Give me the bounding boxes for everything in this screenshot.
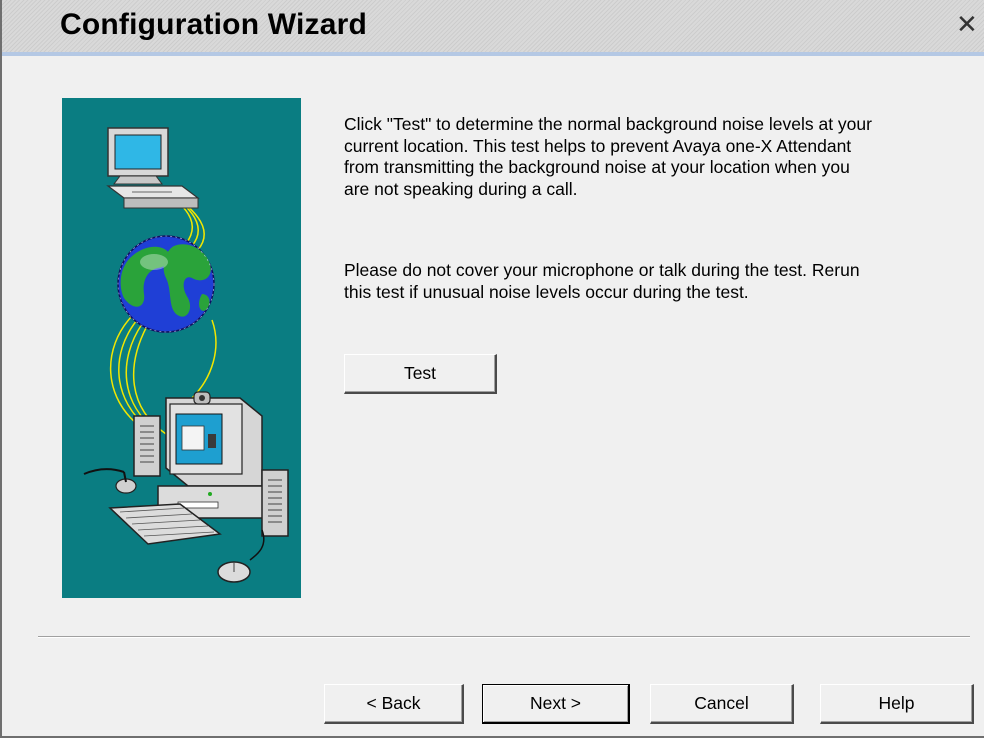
window-title: Configuration Wizard <box>60 8 368 41</box>
title-bar: Configuration Wizard ✕ <box>2 0 984 56</box>
globe-icon <box>117 235 215 333</box>
noise-test-description: Click "Test" to determine the normal bac… <box>344 114 872 199</box>
test-button[interactable]: Test <box>344 354 497 394</box>
top-computer-icon <box>106 127 200 209</box>
network-computers-illustration <box>62 98 301 598</box>
main-computer-icon <box>83 391 289 583</box>
back-button[interactable]: < Back <box>324 684 464 724</box>
next-button[interactable]: Next > <box>482 684 630 724</box>
close-icon[interactable]: ✕ <box>956 8 984 42</box>
cancel-button[interactable]: Cancel <box>650 684 794 724</box>
noise-test-instructions: Please do not cover your microphone or t… <box>344 260 860 302</box>
configuration-wizard-window: Configuration Wizard ✕ Click "Test" to d… <box>0 0 984 738</box>
help-button[interactable]: Help <box>820 684 974 724</box>
footer-separator <box>38 636 970 638</box>
